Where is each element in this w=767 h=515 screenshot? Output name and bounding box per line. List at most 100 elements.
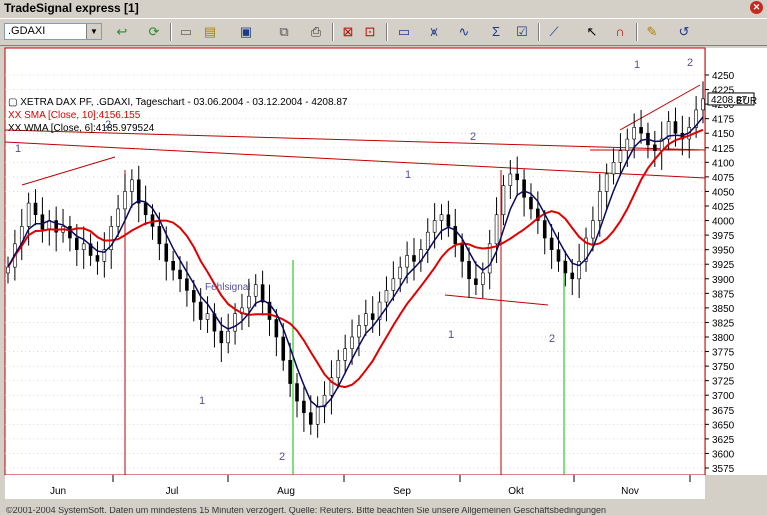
candle-body: [701, 98, 705, 111]
chart-area[interactable]: 4250 4225 4200 4175 4150 4125 4100 4075 4050 4025…: [0, 46, 767, 515]
candle-body: [247, 295, 251, 309]
footer: ©2001-2004 SystemSoft. Daten um mindeste…: [0, 507, 767, 515]
legend-wma: XX WMA [Close, 6]:4185.979524: [8, 123, 155, 134]
y-tick-label: 3975: [712, 231, 735, 242]
new-icon[interactable]: ▭: [178, 24, 194, 40]
candle-body: [439, 214, 444, 221]
y-tick-label: 4175: [712, 115, 735, 126]
properties-icon[interactable]: ☑: [514, 24, 530, 40]
fehlsignal-label: Fehlsignal: [205, 282, 251, 293]
legend: ▢ XETRA DAX PF, .GDAXI, Tageschart - 03.…: [8, 96, 347, 135]
candle-body: [226, 330, 230, 344]
candle-body: [357, 325, 361, 338]
separator: [170, 23, 172, 41]
go-icon[interactable]: ↩: [114, 24, 130, 40]
candle-body: [295, 383, 299, 402]
indicator-icon[interactable]: ⩙: [426, 24, 442, 40]
candle-body: [302, 400, 306, 413]
candle-body: [425, 231, 430, 250]
candle-body: [219, 330, 224, 344]
y-tick-label: 3950: [712, 246, 735, 257]
chart-scroll-icon[interactable]: ⊡: [362, 24, 378, 40]
chevron-down-icon[interactable]: ▼: [86, 24, 101, 39]
candle-body: [288, 359, 292, 384]
y-tick-label: 3925: [712, 260, 735, 271]
x-tick-label: Jun: [50, 486, 66, 497]
y-tick-label: 3875: [712, 289, 735, 300]
candle-body: [604, 173, 609, 192]
open-icon[interactable]: ▤: [202, 24, 218, 40]
legend-sma: XX SMA [Close, 10]:4156.155: [8, 110, 141, 121]
print-icon[interactable]: ⎙: [308, 24, 324, 40]
candle-body: [460, 243, 464, 262]
cursor-icon[interactable]: ↖: [584, 24, 600, 40]
candle-body: [205, 313, 210, 320]
candle-body: [143, 202, 148, 216]
candle-body: [467, 261, 471, 280]
y-tick-label: 3900: [712, 275, 735, 286]
magnet-icon[interactable]: ∩: [612, 24, 628, 40]
y-tick-label: 3725: [712, 377, 735, 388]
candle-body: [191, 290, 196, 303]
y-tick-label: 4150: [712, 129, 735, 140]
title-bar: TradeSignal express [1] ✕: [0, 0, 767, 16]
sigma-icon[interactable]: Σ: [488, 24, 504, 40]
candle-body: [157, 226, 162, 245]
candle-body: [398, 266, 403, 280]
refresh-icon[interactable]: ⟳: [146, 24, 162, 40]
trendline-icon[interactable]: ⟋: [546, 24, 562, 40]
y-tick-label: 4000: [712, 217, 735, 228]
candle-body: [81, 243, 86, 250]
candle-body: [611, 162, 616, 175]
candle-body: [164, 243, 169, 262]
wave-label: 2: [549, 333, 555, 345]
candle-body: [632, 127, 636, 140]
study-icon[interactable]: ∿: [456, 24, 472, 40]
candle-body: [40, 214, 45, 230]
close-icon[interactable]: ✕: [750, 1, 763, 14]
y-tick-label: 3825: [712, 318, 735, 329]
x-tick-label: Sep: [393, 486, 411, 497]
candle-body: [370, 313, 375, 320]
candle-body: [123, 191, 127, 210]
candle-body: [253, 284, 258, 297]
undo-icon[interactable]: ↺: [676, 24, 692, 40]
candle-body: [116, 208, 120, 227]
candle-body: [26, 202, 31, 227]
y-tick-label: 4075: [712, 173, 735, 184]
note-icon[interactable]: ✎: [644, 24, 660, 40]
symbol-input[interactable]: .GDAXI ▼: [4, 23, 102, 40]
candle-body: [336, 359, 341, 379]
candle-body: [198, 301, 203, 320]
candle-body: [75, 237, 79, 250]
candle-body: [474, 278, 478, 285]
candle-body: [625, 138, 630, 151]
candle-body: [522, 179, 526, 198]
candle-body: [412, 255, 416, 262]
candle-body: [308, 412, 313, 425]
y-tick-label: 4125: [712, 144, 735, 155]
footer-text: ©2001-2004 SystemSoft. Daten um mindeste…: [6, 507, 606, 515]
wave-label: 1: [15, 143, 21, 155]
copy-icon[interactable]: ⧉: [276, 24, 292, 40]
chart-zoom-icon[interactable]: ⊠: [340, 24, 356, 40]
candle-body: [343, 348, 347, 361]
currency-label: EUR: [736, 96, 758, 107]
wave-label: 2: [687, 57, 693, 69]
candle-body: [384, 290, 389, 303]
y-tick-label: 4050: [712, 187, 735, 198]
candle-body: [494, 214, 499, 245]
candle-body: [529, 196, 533, 210]
candle-body: [591, 220, 595, 239]
candle-body: [653, 144, 657, 151]
separator: [332, 23, 334, 41]
save-icon[interactable]: ▣: [238, 24, 254, 40]
wave-label: 1: [634, 59, 640, 71]
time-axis-bg: [5, 475, 705, 499]
legend-title: ▢ XETRA DAX PF, .GDAXI, Tageschart - 03.…: [8, 97, 348, 108]
candle-body: [501, 185, 506, 216]
candle-body: [432, 220, 437, 233]
y-tick-label: 3700: [712, 391, 735, 402]
separator: [538, 23, 540, 41]
window-icon[interactable]: ▭: [396, 24, 412, 40]
